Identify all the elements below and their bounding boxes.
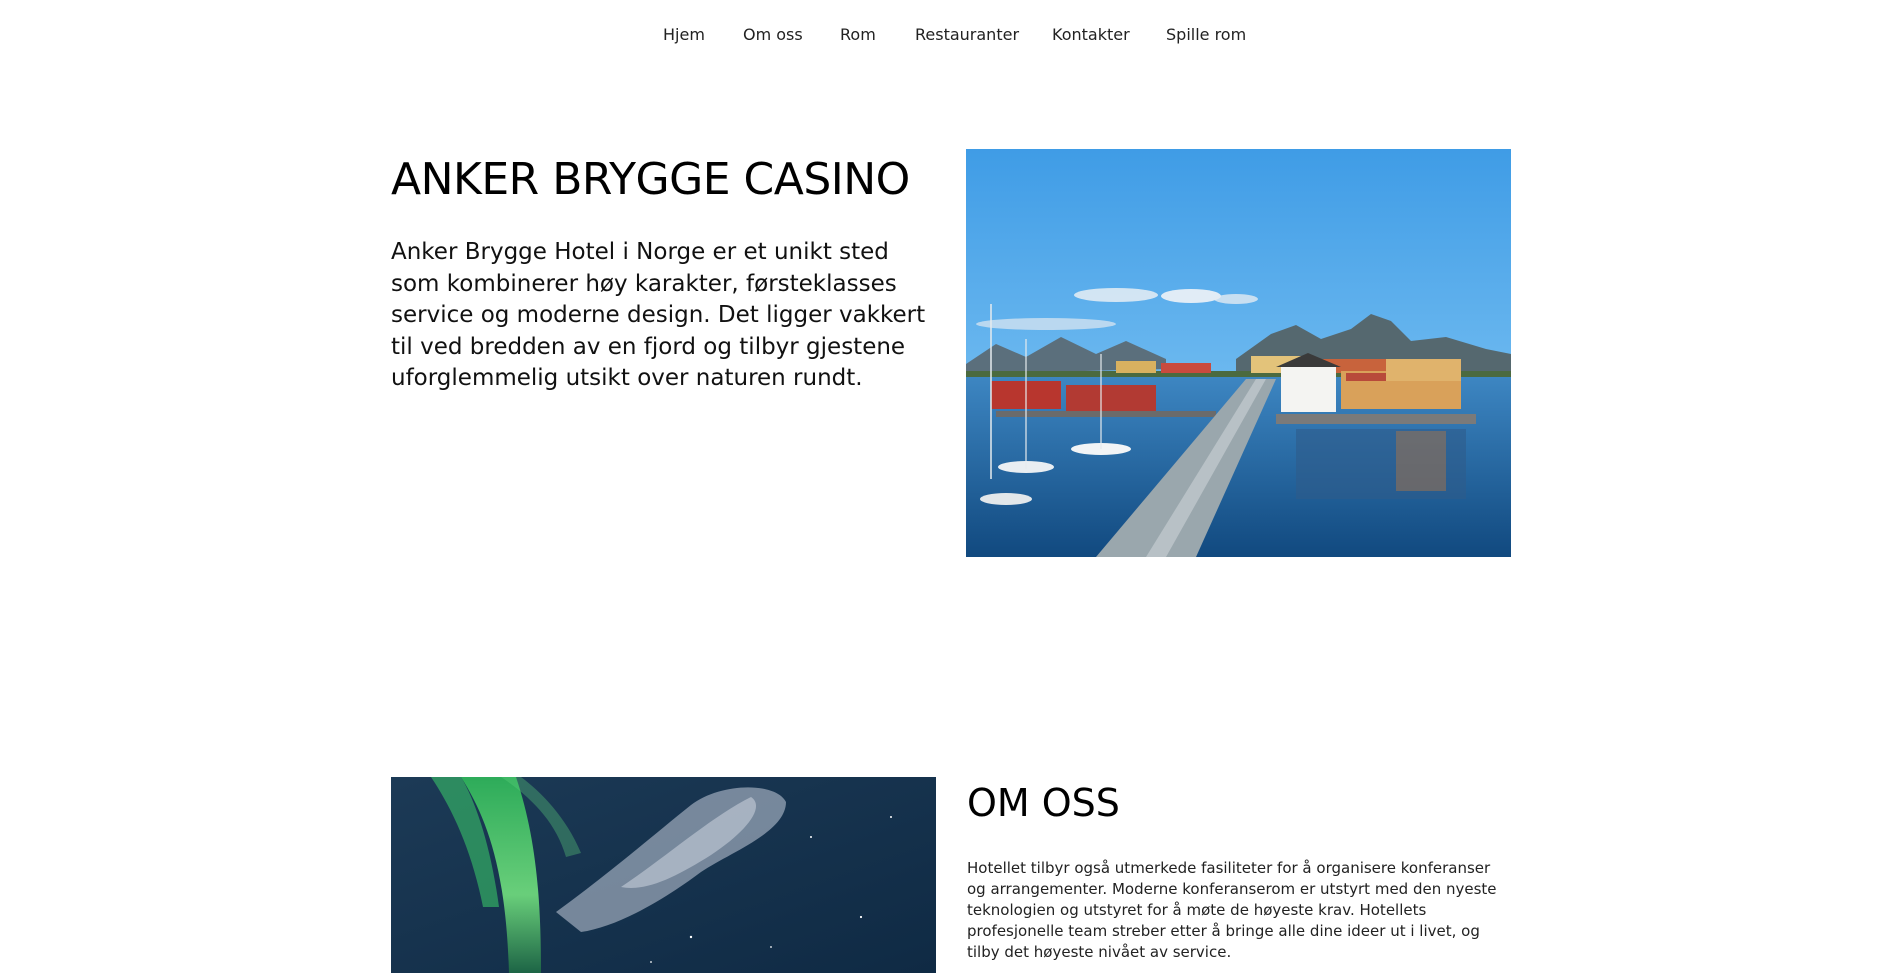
nav-link-rom[interactable]: Rom [840,22,876,48]
nav-link-spille-rom[interactable]: Spille rom [1166,22,1246,48]
page: Hjem Om oss Rom Restauranter Kontakter S… [0,0,1895,973]
nav-link-restauranter[interactable]: Restauranter [915,22,1019,48]
nav-link-kontakter[interactable]: Kontakter [1052,22,1130,48]
harbor-photo [966,149,1511,557]
aurora-photo [391,777,936,973]
hero-description: Anker Brygge Hotel i Norge er et unikt s… [391,239,926,391]
hero-title: ANKER BRYGGE CASINO [391,154,910,205]
about-title: OM OSS [967,781,1120,825]
about-description: Hotellet tilbyr også utmerkede fasilitet… [967,859,1497,961]
nav-link-hjem[interactable]: Hjem [663,22,705,48]
main-navigation: Hjem Om oss Rom Restauranter Kontakter S… [0,22,1895,50]
nav-link-om-oss[interactable]: Om oss [743,22,803,48]
